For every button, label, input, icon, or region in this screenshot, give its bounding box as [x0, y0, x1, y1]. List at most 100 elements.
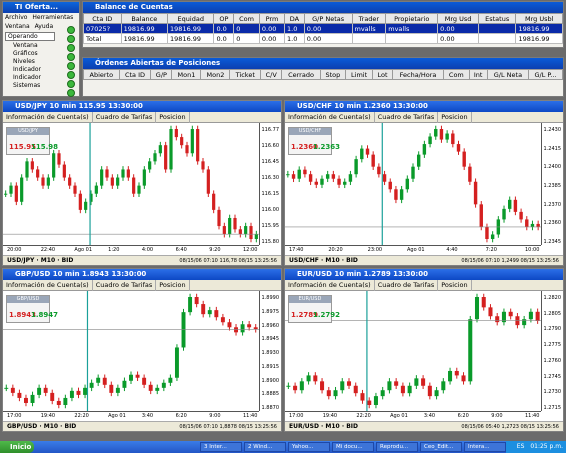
candle-body: [214, 310, 219, 318]
accounts-col-header[interactable]: Balance: [120, 13, 169, 24]
buy-price[interactable]: 115.98: [31, 143, 58, 151]
nav-tree-item[interactable]: Indicador: [5, 66, 55, 74]
orders-col-header[interactable]: Mon2: [200, 69, 231, 80]
chart-symbol-status[interactable]: USD/JPY · M10 · BID: [7, 257, 73, 264]
orders-col-header[interactable]: Int: [468, 69, 488, 80]
accounts-row[interactable]: 07025? 19816.99 19816.99 0.0 0 0.00 1.0 0.00 mva…: [83, 23, 563, 34]
green-light-icon[interactable]: [67, 26, 75, 34]
chart-tab[interactable]: Posicion: [156, 280, 190, 291]
accounts-col-header[interactable]: Com: [233, 13, 260, 24]
taskbar-button[interactable]: 2 Wind...: [244, 442, 286, 452]
chart-symbol-status[interactable]: USD/CHF · M10 · BID: [289, 257, 358, 264]
chart-tab[interactable]: Posicion: [438, 280, 472, 291]
orders-col-header[interactable]: Com: [443, 69, 470, 80]
menu-archivo[interactable]: Archivo: [5, 14, 27, 21]
buy-price[interactable]: 1.2363: [313, 143, 340, 151]
accounts-col-header[interactable]: Trader: [351, 13, 387, 24]
operando-dropdown[interactable]: Operando: [5, 32, 55, 41]
orders-col-header[interactable]: Mon1: [171, 69, 202, 80]
accounts-row[interactable]: Total 19816.99 19816.99 0.0 0 0.00 1.0 0.00 0.00…: [83, 33, 563, 44]
orders-col-header[interactable]: G/P: [150, 69, 173, 80]
chart-tab[interactable]: Cuadro de Tarifas: [375, 280, 439, 291]
taskbar-button[interactable]: Reprodu...: [376, 442, 418, 452]
nav-tree-item[interactable]: Indicador: [5, 74, 55, 82]
candle-body: [337, 178, 341, 185]
accounts-col-header[interactable]: Cta ID: [83, 13, 122, 24]
chart-status-bar: GBP/USD · M10 · BID 08/15/06 07:10 1,8878…: [3, 421, 281, 431]
orders-col-header[interactable]: Lot: [372, 69, 393, 80]
candle-body: [428, 136, 432, 145]
green-light-icon[interactable]: [67, 35, 75, 43]
menu-ventana[interactable]: Ventana: [5, 23, 30, 30]
accounts-col-header[interactable]: DA: [284, 13, 305, 24]
accounts-col-header[interactable]: Prm: [258, 13, 286, 24]
price-axis: 1.8990 1.8975 1.8960 1.8945 1.8930 1.8915 1.89…: [259, 291, 281, 411]
orders-col-header[interactable]: Cta ID: [118, 69, 152, 80]
menu-ayuda[interactable]: Ayuda: [35, 23, 54, 30]
price-tick-label: 1.2360: [543, 220, 562, 227]
orders-col-header[interactable]: Ticket: [229, 69, 262, 80]
chart-tab[interactable]: Cuadro de Tarifas: [375, 112, 439, 123]
buy-price[interactable]: 1.2792: [313, 311, 340, 319]
orders-col-header[interactable]: Cerrado: [281, 69, 321, 80]
green-light-icon[interactable]: [67, 53, 75, 61]
chart-symbol-status[interactable]: GBP/USD · M10 · BID: [7, 423, 76, 430]
orders-col-header[interactable]: Stop: [319, 69, 347, 80]
accounts-col-header[interactable]: Mrg Usbl: [515, 13, 563, 24]
deal-ticket[interactable]: USD/JPY 115.95 115.98: [6, 127, 58, 155]
deal-ticket[interactable]: USD/CHF 1.2360 1.2363: [288, 127, 340, 155]
deal-ticket[interactable]: GBP/USD 1.8943 1.8947: [6, 295, 58, 323]
candle-body: [137, 185, 141, 194]
start-button[interactable]: Inicio: [0, 441, 34, 453]
candle-body: [105, 169, 109, 178]
accounts-col-header[interactable]: G/P Netas: [303, 13, 353, 24]
taskbar-button[interactable]: Ceo_Edit...: [420, 442, 462, 452]
orders-col-header[interactable]: C/V: [260, 69, 283, 80]
chart-tab[interactable]: Información de Cuenta(s): [3, 112, 93, 123]
taskbar-button[interactable]: 3 Inter...: [200, 442, 242, 452]
orders-col-header[interactable]: Fecha/Hora: [391, 69, 445, 80]
green-light-icon[interactable]: [67, 44, 75, 52]
time-tick-label: Ago 01: [407, 247, 425, 253]
candle-body: [249, 226, 253, 239]
chart-tab[interactable]: Cuadro de Tarifas: [93, 112, 157, 123]
orders-col-header[interactable]: Abierto: [83, 69, 120, 80]
green-light-icon[interactable]: [67, 62, 75, 70]
accounts-col-header[interactable]: Mrg Usd: [437, 13, 479, 24]
accounts-col-header[interactable]: OP: [213, 13, 235, 24]
chart-tab[interactable]: Información de Cuenta(s): [3, 280, 93, 291]
green-light-icon[interactable]: [67, 71, 75, 79]
chart-tab[interactable]: Información de Cuenta(s): [285, 112, 375, 123]
nav-tree-item[interactable]: Niveles: [5, 58, 55, 66]
accounts-cell: 1.0: [284, 23, 305, 34]
menu-herramientas[interactable]: Herramientas: [32, 14, 73, 21]
green-light-icon[interactable]: [67, 89, 75, 97]
nav-tree-item[interactable]: Gráficos: [5, 50, 55, 58]
chart-tab[interactable]: Información de Cuenta(s): [285, 280, 375, 291]
accounts-col-header[interactable]: Propietario: [385, 13, 439, 24]
orders-col-header[interactable]: Limit: [345, 69, 374, 80]
orders-col-header[interactable]: G/L P...: [528, 69, 563, 80]
accounts-col-header[interactable]: Equidad: [167, 13, 215, 24]
orders-col-header[interactable]: G/L Neta: [486, 69, 530, 80]
taskbar-button[interactable]: Mi docu...: [332, 442, 374, 452]
green-light-icon[interactable]: [67, 80, 75, 88]
chart-tab[interactable]: Posicion: [438, 112, 472, 123]
price-tick-label: 1.8990: [261, 295, 280, 301]
nav-tree-item[interactable]: Sistemas: [5, 82, 55, 90]
buy-price[interactable]: 1.8947: [31, 311, 58, 319]
chart-tab[interactable]: Cuadro de Tarifas: [93, 280, 157, 291]
chart-footer-info: 08/15/06 05:40 1,2723 08/15 13:25:56: [461, 424, 559, 430]
taskbar-button[interactable]: Yahoo...: [288, 442, 330, 452]
accounts-col-header[interactable]: Estatus: [477, 13, 517, 24]
taskbar-button[interactable]: Intera...: [464, 442, 506, 452]
chart-symbol-status[interactable]: EUR/USD · M10 · BID: [289, 423, 358, 430]
candle-body: [56, 400, 61, 405]
deal-ticket[interactable]: EUR/USD 1.2789 1.2792: [288, 295, 340, 323]
language-indicator[interactable]: ES: [517, 443, 525, 450]
accounts-cell: 0.00: [437, 23, 479, 34]
nav-tree-item[interactable]: Ventana: [5, 42, 55, 50]
candle-body: [400, 385, 405, 394]
time-tick-label: 9:20: [209, 247, 221, 253]
chart-tab[interactable]: Posicion: [156, 112, 190, 123]
